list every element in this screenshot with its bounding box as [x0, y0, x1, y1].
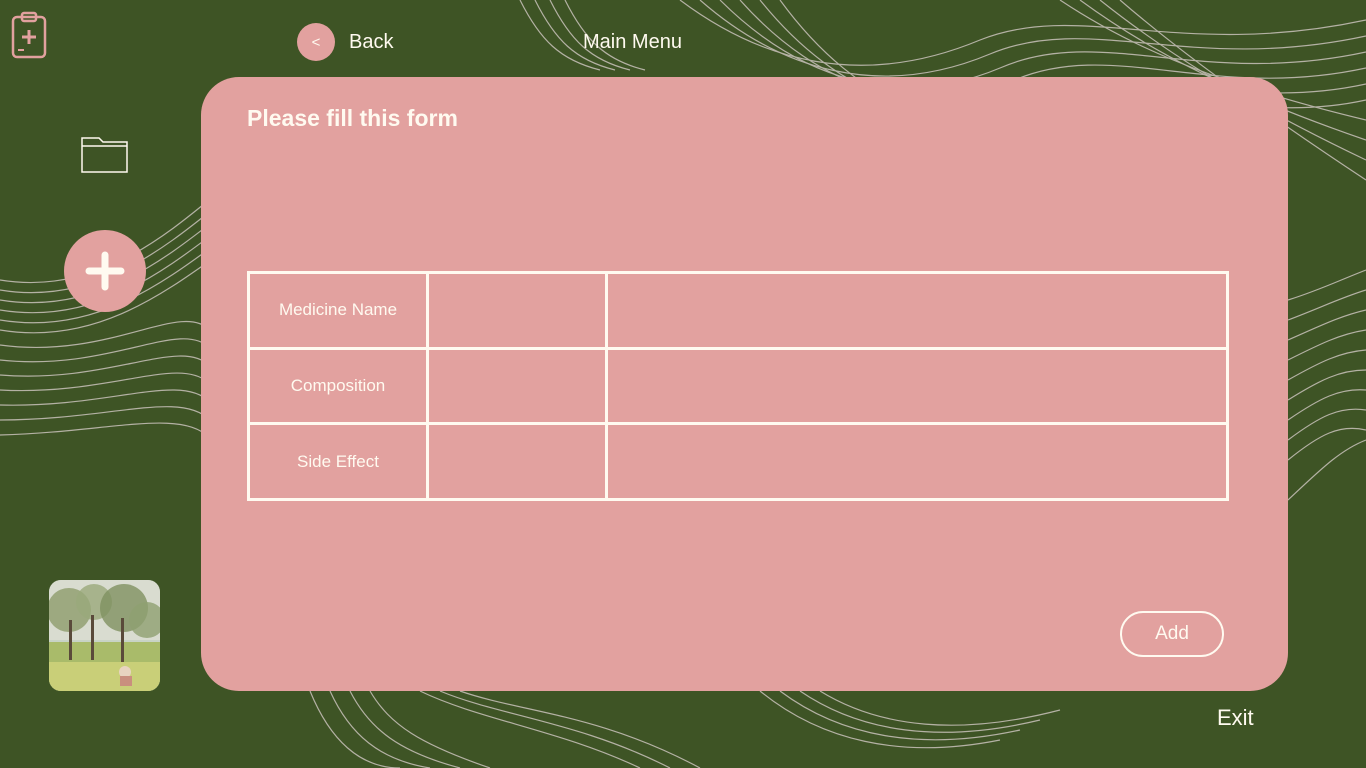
composition-label: Composition	[247, 346, 429, 426]
chevron-left-icon: <	[311, 33, 321, 51]
medicine-name-field[interactable]	[426, 271, 608, 350]
side-effect-label: Side Effect	[247, 422, 429, 501]
medicine-name-extra-field[interactable]	[605, 271, 1229, 350]
composition-extra-field[interactable]	[605, 346, 1229, 426]
medicine-name-label: Medicine Name	[247, 271, 429, 350]
medicine-form-table: Medicine Name Composition Side Effect	[247, 271, 1229, 501]
add-new-button[interactable]	[64, 230, 146, 312]
plus-icon	[85, 251, 125, 291]
form-card: Please fill this form Medicine Name Comp…	[201, 77, 1288, 691]
back-button[interactable]: <	[297, 23, 335, 61]
clipboard-medical-icon[interactable]	[10, 10, 48, 60]
back-label[interactable]: Back	[349, 31, 393, 54]
table-row: Side Effect	[247, 422, 1229, 501]
composition-field[interactable]	[426, 346, 608, 426]
table-row: Medicine Name	[247, 271, 1229, 350]
main-menu-link[interactable]: Main Menu	[583, 31, 682, 54]
side-effect-extra-field[interactable]	[605, 422, 1229, 501]
add-button[interactable]: Add	[1120, 611, 1224, 657]
side-effect-field[interactable]	[426, 422, 608, 501]
form-title: Please fill this form	[247, 105, 458, 131]
table-row: Composition	[247, 346, 1229, 426]
landscape-painting-thumbnail	[49, 580, 160, 691]
exit-button[interactable]: Exit	[1217, 705, 1254, 731]
folder-icon[interactable]	[79, 130, 131, 176]
